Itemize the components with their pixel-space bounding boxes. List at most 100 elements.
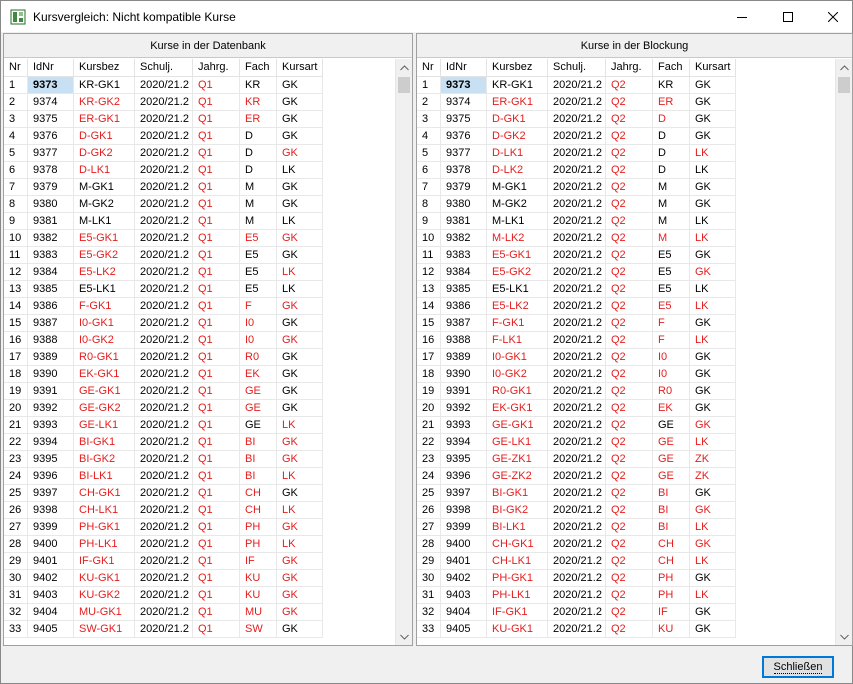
cell-idnr[interactable]: 9388 bbox=[441, 332, 487, 349]
cell-kursart[interactable]: GK bbox=[277, 298, 323, 315]
cell-kursbez[interactable]: SW-GK1 bbox=[74, 621, 135, 638]
cell-fach[interactable]: PH bbox=[240, 536, 277, 553]
cell-schulj[interactable]: 2020/21.2 bbox=[135, 502, 193, 519]
cell-kursart[interactable]: LK bbox=[690, 587, 736, 604]
cell-schulj[interactable]: 2020/21.2 bbox=[548, 196, 606, 213]
table-row[interactable]: 25 9397 CH-GK1 2020/21.2 Q1 CH GK bbox=[4, 485, 396, 502]
cell-kursart[interactable]: GK bbox=[690, 502, 736, 519]
cell-jahrg[interactable]: Q2 bbox=[606, 298, 653, 315]
cell-kursbez[interactable]: CH-GK1 bbox=[487, 536, 548, 553]
cell-fach[interactable]: E5 bbox=[240, 264, 277, 281]
table-row[interactable]: 11 9383 E5-GK2 2020/21.2 Q1 E5 GK bbox=[4, 247, 396, 264]
scroll-up-button[interactable] bbox=[396, 59, 412, 76]
cell-jahrg[interactable]: Q1 bbox=[193, 349, 240, 366]
cell-kursbez[interactable]: R0-GK1 bbox=[74, 349, 135, 366]
cell-kursart[interactable]: LK bbox=[277, 281, 323, 298]
cell-fach[interactable]: BI bbox=[653, 485, 690, 502]
cell-idnr[interactable]: 9390 bbox=[28, 366, 74, 383]
cell-kursart[interactable]: GK bbox=[690, 604, 736, 621]
cell-jahrg[interactable]: Q2 bbox=[606, 77, 653, 94]
cell-fach[interactable]: E5 bbox=[653, 298, 690, 315]
cell-schulj[interactable]: 2020/21.2 bbox=[548, 451, 606, 468]
cell-schulj[interactable]: 2020/21.2 bbox=[135, 485, 193, 502]
cell-fach[interactable]: BI bbox=[653, 519, 690, 536]
cell-jahrg[interactable]: Q2 bbox=[606, 230, 653, 247]
cell-schulj[interactable]: 2020/21.2 bbox=[548, 570, 606, 587]
cell-kursbez[interactable]: E5-GK1 bbox=[74, 230, 135, 247]
cell-kursbez[interactable]: PH-LK1 bbox=[74, 536, 135, 553]
cell-jahrg[interactable]: Q1 bbox=[193, 145, 240, 162]
cell-kursbez[interactable]: E5-LK2 bbox=[74, 264, 135, 281]
cell-schulj[interactable]: 2020/21.2 bbox=[548, 298, 606, 315]
cell-fach[interactable]: GE bbox=[240, 400, 277, 417]
cell-jahrg[interactable]: Q1 bbox=[193, 281, 240, 298]
cell-nr[interactable]: 9 bbox=[4, 213, 28, 230]
cell-idnr[interactable]: 9381 bbox=[441, 213, 487, 230]
column-header-kursart[interactable]: Kursart bbox=[277, 59, 323, 77]
column-header-nr[interactable]: Nr bbox=[417, 59, 441, 77]
cell-idnr[interactable]: 9390 bbox=[441, 366, 487, 383]
cell-schulj[interactable]: 2020/21.2 bbox=[135, 587, 193, 604]
cell-fach[interactable]: GE bbox=[653, 417, 690, 434]
cell-nr[interactable]: 28 bbox=[417, 536, 441, 553]
cell-schulj[interactable]: 2020/21.2 bbox=[548, 366, 606, 383]
table-row[interactable]: 14 9386 E5-LK2 2020/21.2 Q2 E5 LK bbox=[417, 298, 836, 315]
cell-idnr[interactable]: 9405 bbox=[441, 621, 487, 638]
cell-fach[interactable]: M bbox=[653, 213, 690, 230]
table-row[interactable]: 28 9400 PH-LK1 2020/21.2 Q1 PH LK bbox=[4, 536, 396, 553]
cell-kursart[interactable]: GK bbox=[690, 417, 736, 434]
cell-kursart[interactable]: LK bbox=[690, 298, 736, 315]
cell-jahrg[interactable]: Q2 bbox=[606, 519, 653, 536]
cell-jahrg[interactable]: Q2 bbox=[606, 400, 653, 417]
cell-fach[interactable]: IF bbox=[653, 604, 690, 621]
cell-jahrg[interactable]: Q1 bbox=[193, 587, 240, 604]
table-row[interactable]: 27 9399 BI-LK1 2020/21.2 Q2 BI LK bbox=[417, 519, 836, 536]
cell-kursart[interactable]: LK bbox=[690, 230, 736, 247]
cell-idnr[interactable]: 9378 bbox=[441, 162, 487, 179]
cell-schulj[interactable]: 2020/21.2 bbox=[135, 298, 193, 315]
cell-nr[interactable]: 32 bbox=[4, 604, 28, 621]
cell-nr[interactable]: 10 bbox=[417, 230, 441, 247]
cell-jahrg[interactable]: Q2 bbox=[606, 502, 653, 519]
column-header-fach[interactable]: Fach bbox=[240, 59, 277, 77]
cell-nr[interactable]: 23 bbox=[4, 451, 28, 468]
cell-idnr[interactable]: 9383 bbox=[28, 247, 74, 264]
table-row[interactable]: 29 9401 IF-GK1 2020/21.2 Q1 IF GK bbox=[4, 553, 396, 570]
cell-kursart[interactable]: GK bbox=[277, 94, 323, 111]
cell-nr[interactable]: 19 bbox=[417, 383, 441, 400]
cell-jahrg[interactable]: Q2 bbox=[606, 128, 653, 145]
table-row[interactable]: 16 9388 I0-GK2 2020/21.2 Q1 I0 GK bbox=[4, 332, 396, 349]
table-row[interactable]: 9 9381 M-LK1 2020/21.2 Q1 M LK bbox=[4, 213, 396, 230]
cell-schulj[interactable]: 2020/21.2 bbox=[135, 111, 193, 128]
cell-kursbez[interactable]: GE-LK1 bbox=[74, 417, 135, 434]
cell-idnr[interactable]: 9392 bbox=[441, 400, 487, 417]
cell-idnr[interactable]: 9395 bbox=[28, 451, 74, 468]
cell-kursbez[interactable]: M-LK2 bbox=[487, 230, 548, 247]
cell-kursbez[interactable]: E5-GK2 bbox=[487, 264, 548, 281]
cell-kursart[interactable]: GK bbox=[690, 400, 736, 417]
table-row[interactable]: 26 9398 CH-LK1 2020/21.2 Q1 CH LK bbox=[4, 502, 396, 519]
cell-fach[interactable]: BI bbox=[240, 434, 277, 451]
cell-schulj[interactable]: 2020/21.2 bbox=[548, 332, 606, 349]
cell-schulj[interactable]: 2020/21.2 bbox=[548, 77, 606, 94]
cell-kursbez[interactable]: D-GK1 bbox=[487, 111, 548, 128]
cell-idnr[interactable]: 9385 bbox=[28, 281, 74, 298]
cell-idnr[interactable]: 9379 bbox=[28, 179, 74, 196]
cell-schulj[interactable]: 2020/21.2 bbox=[548, 128, 606, 145]
cell-jahrg[interactable]: Q2 bbox=[606, 349, 653, 366]
cell-kursbez[interactable]: F-GK1 bbox=[487, 315, 548, 332]
cell-jahrg[interactable]: Q1 bbox=[193, 604, 240, 621]
cell-jahrg[interactable]: Q2 bbox=[606, 536, 653, 553]
cell-nr[interactable]: 13 bbox=[417, 281, 441, 298]
cell-kursbez[interactable]: KU-GK1 bbox=[74, 570, 135, 587]
table-row[interactable]: 21 9393 GE-LK1 2020/21.2 Q1 GE LK bbox=[4, 417, 396, 434]
cell-fach[interactable]: I0 bbox=[240, 332, 277, 349]
cell-kursart[interactable]: GK bbox=[277, 77, 323, 94]
cell-kursbez[interactable]: M-GK1 bbox=[487, 179, 548, 196]
cell-jahrg[interactable]: Q1 bbox=[193, 264, 240, 281]
cell-fach[interactable]: D bbox=[240, 162, 277, 179]
cell-kursart[interactable]: GK bbox=[690, 247, 736, 264]
cell-fach[interactable]: EK bbox=[240, 366, 277, 383]
cell-jahrg[interactable]: Q1 bbox=[193, 230, 240, 247]
table-row[interactable]: 12 9384 E5-GK2 2020/21.2 Q2 E5 GK bbox=[417, 264, 836, 281]
